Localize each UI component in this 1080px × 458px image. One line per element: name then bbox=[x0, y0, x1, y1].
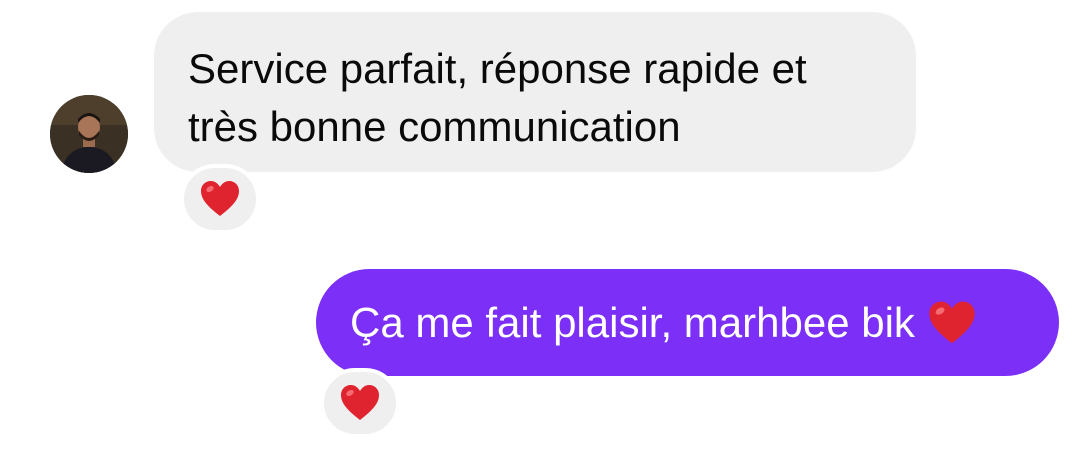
heart-icon bbox=[929, 301, 975, 343]
incoming-message-bubble[interactable]: Service parfait, réponse rapide et très … bbox=[154, 12, 916, 172]
heart-icon bbox=[201, 181, 239, 216]
incoming-message-line: Service parfait, réponse rapide et bbox=[188, 45, 807, 92]
person-photo-icon bbox=[50, 95, 128, 173]
heart-icon bbox=[341, 385, 379, 420]
sender-avatar[interactable] bbox=[50, 95, 128, 173]
chat-thread: Service parfait, réponse rapide et très … bbox=[0, 0, 1080, 458]
incoming-message-line: très bonne communication bbox=[188, 103, 681, 150]
outgoing-message-bubble[interactable]: Ça me fait plaisir, marhbee bik bbox=[316, 269, 1059, 376]
incoming-reaction-pill[interactable] bbox=[180, 164, 260, 234]
outgoing-reaction-pill[interactable] bbox=[320, 368, 400, 438]
outgoing-message-text: Ça me fait plaisir, marhbee bik bbox=[350, 298, 915, 346]
